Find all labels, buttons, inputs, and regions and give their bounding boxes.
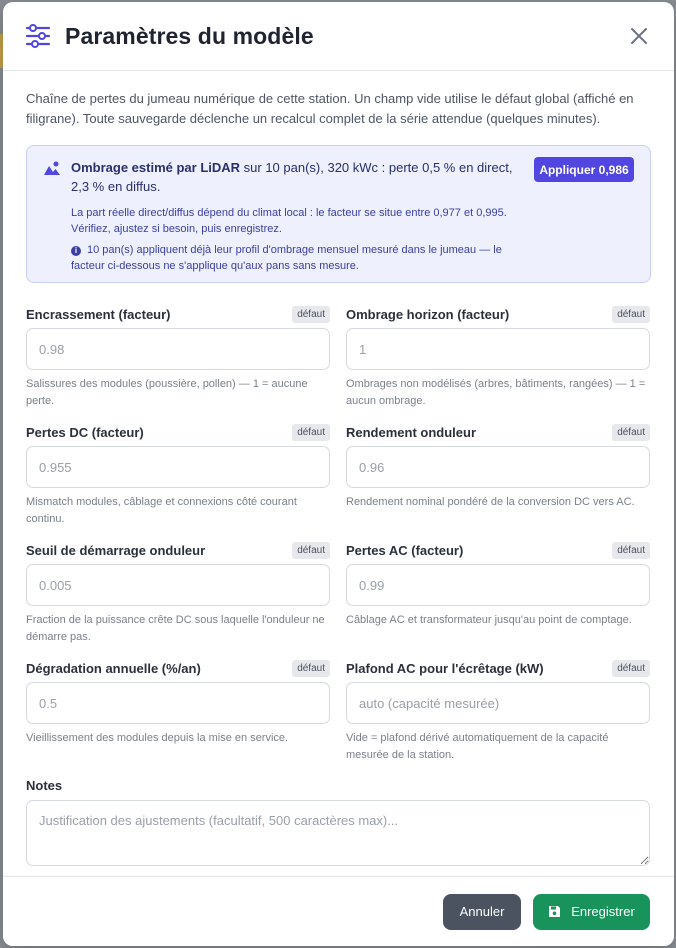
field-label: Pertes DC (facteur)	[26, 424, 144, 440]
field-inverter-efficiency: Rendement onduleur défaut Rendement nomin…	[346, 421, 650, 539]
default-badge: défaut	[292, 305, 330, 323]
field-annual-degradation: Dégradation annuelle (%/an) défaut Vieill…	[26, 657, 330, 775]
default-badge: défaut	[612, 659, 650, 677]
field-inverter-threshold: Seuil de démarrage onduleur défaut Fracti…	[26, 539, 330, 657]
lidar-summary-title: Ombrage estimé par LiDAR	[71, 160, 241, 175]
lidar-info: i 10 pan(s) appliquent déjà leur profil d…	[71, 242, 526, 274]
image-icon	[43, 160, 61, 176]
field-label: Pertes AC (facteur)	[346, 542, 464, 558]
default-badge: défaut	[292, 659, 330, 677]
floppy-disk-icon	[548, 905, 561, 918]
save-button[interactable]: Enregistrer	[533, 893, 650, 930]
apply-lidar-button[interactable]: Appliquer 0,986	[534, 157, 634, 182]
field-hint: Câblage AC et transformateur jusqu'au po…	[346, 614, 632, 626]
field-hint: Mismatch modules, câblage et connexions …	[26, 496, 297, 525]
field-hint: Vide = plafond dérivé automatiquement de…	[346, 732, 609, 761]
lidar-info-text: 10 pan(s) appliquent déjà leur profil d'…	[71, 244, 502, 272]
field-ac-losses: Pertes AC (facteur) défaut Câblage AC et …	[346, 539, 650, 657]
close-icon[interactable]	[626, 23, 652, 49]
settings-fields-grid: Encrassement (facteur) défaut Salissures …	[26, 303, 651, 775]
field-label: Encrassement (facteur)	[26, 306, 171, 322]
field-ac-clipping-cap: Plafond AC pour l'écrêtage (kW) défaut Vi…	[346, 657, 650, 775]
field-hint: Fraction de la puissance crête DC sous l…	[26, 614, 325, 643]
field-hint: Vieillissement des modules depuis la mis…	[26, 732, 289, 744]
inverter-efficiency-input[interactable]	[346, 446, 650, 488]
lidar-shading-panel: Ombrage estimé par LiDAR sur 10 pan(s), …	[26, 145, 651, 283]
modal-header: Paramètres du modèle	[3, 2, 674, 71]
default-badge: défaut	[292, 541, 330, 559]
field-label: Ombrage horizon (facteur)	[346, 306, 510, 322]
horizon-shading-input[interactable]	[346, 328, 650, 370]
default-badge: défaut	[612, 423, 650, 441]
model-settings-modal: Paramètres du modèle Chaîne de pertes du…	[3, 2, 674, 946]
field-horizon-shading: Ombrage horizon (facteur) défaut Ombrages…	[346, 303, 650, 421]
field-soiling: Encrassement (facteur) défaut Salissures …	[26, 303, 330, 421]
modal-title: Paramètres du modèle	[65, 22, 314, 49]
default-badge: défaut	[612, 305, 650, 323]
info-icon: i	[71, 246, 81, 256]
field-label: Rendement onduleur	[346, 424, 477, 440]
default-badge: défaut	[292, 423, 330, 441]
field-label: Seuil de démarrage onduleur	[26, 542, 206, 558]
field-label: Dégradation annuelle (%/an)	[26, 660, 201, 676]
dc-losses-input[interactable]	[26, 446, 330, 488]
field-hint: Salissures des modules (poussière, polle…	[26, 378, 308, 407]
default-badge: défaut	[612, 541, 650, 559]
notes-label: Notes	[26, 778, 63, 793]
cancel-button[interactable]: Annuler	[443, 893, 521, 930]
lidar-summary: Ombrage estimé par LiDAR sur 10 pan(s), …	[71, 158, 521, 196]
field-hint: Ombrages non modélisés (arbres, bâtiment…	[346, 378, 646, 407]
ac-clipping-cap-input[interactable]	[346, 682, 650, 724]
sliders-icon	[25, 23, 51, 49]
soiling-input[interactable]	[26, 328, 330, 370]
inverter-threshold-input[interactable]	[26, 564, 330, 606]
intro-text: Chaîne de pertes du jumeau numérique de …	[26, 91, 634, 126]
ac-losses-input[interactable]	[346, 564, 650, 606]
field-hint: Rendement nominal pondéré de la conversi…	[346, 496, 635, 508]
modal-body: Chaîne de pertes du jumeau numérique de …	[3, 71, 674, 871]
field-dc-losses: Pertes DC (facteur) défaut Mismatch modul…	[26, 421, 330, 539]
save-button-label: Enregistrer	[571, 904, 635, 919]
notes-textarea[interactable]	[26, 800, 650, 866]
lidar-note: La part réelle direct/diffus dépend du c…	[71, 207, 507, 235]
annual-degradation-input[interactable]	[26, 682, 330, 724]
modal-footer: Annuler Enregistrer	[3, 876, 674, 946]
field-label: Plafond AC pour l'écrêtage (kW)	[346, 660, 544, 676]
